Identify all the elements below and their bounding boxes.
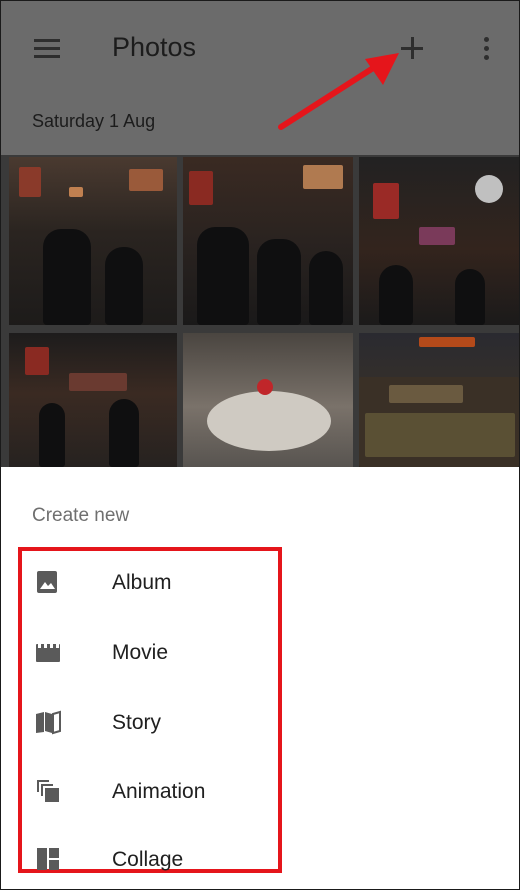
app-bar: Photos [1, 1, 519, 97]
story-icon [36, 710, 61, 735]
photo-thumbnail[interactable] [359, 157, 519, 325]
photo-thumbnail[interactable] [9, 333, 177, 467]
photo-thumbnail[interactable] [359, 333, 519, 467]
photo-grid [1, 155, 519, 467]
screen: Photos Saturday 1 Aug Create new Album M… [0, 0, 520, 890]
annotation-arrow [278, 53, 399, 130]
app-title: Photos [112, 32, 197, 62]
menu-item-collage[interactable]: Collage [23, 828, 279, 889]
photo-thumbnail[interactable] [183, 333, 353, 467]
album-icon [37, 571, 57, 593]
menu-item-label: Album [112, 571, 172, 594]
animation-icon [37, 780, 59, 802]
movie-icon [36, 644, 60, 662]
menu-item-movie[interactable]: Movie [23, 621, 279, 683]
menu-item-label: Movie [112, 641, 169, 664]
menu-item-animation[interactable]: Animation [23, 760, 279, 822]
sheet-title: Create new [32, 505, 130, 526]
menu-item-label: Animation [112, 780, 206, 803]
menu-item-label: Collage [112, 848, 184, 871]
menu-item-story[interactable]: Story [23, 691, 279, 753]
photo-thumbnail[interactable] [9, 157, 177, 325]
more-vert-icon[interactable] [479, 35, 493, 63]
menu-item-album[interactable]: Album [23, 551, 279, 613]
menu-item-label: Story [112, 711, 162, 734]
collage-icon [37, 848, 59, 870]
photo-thumbnail[interactable] [183, 157, 353, 325]
date-header: Saturday 1 Aug [32, 111, 156, 131]
hamburger-menu-icon[interactable] [34, 37, 62, 59]
